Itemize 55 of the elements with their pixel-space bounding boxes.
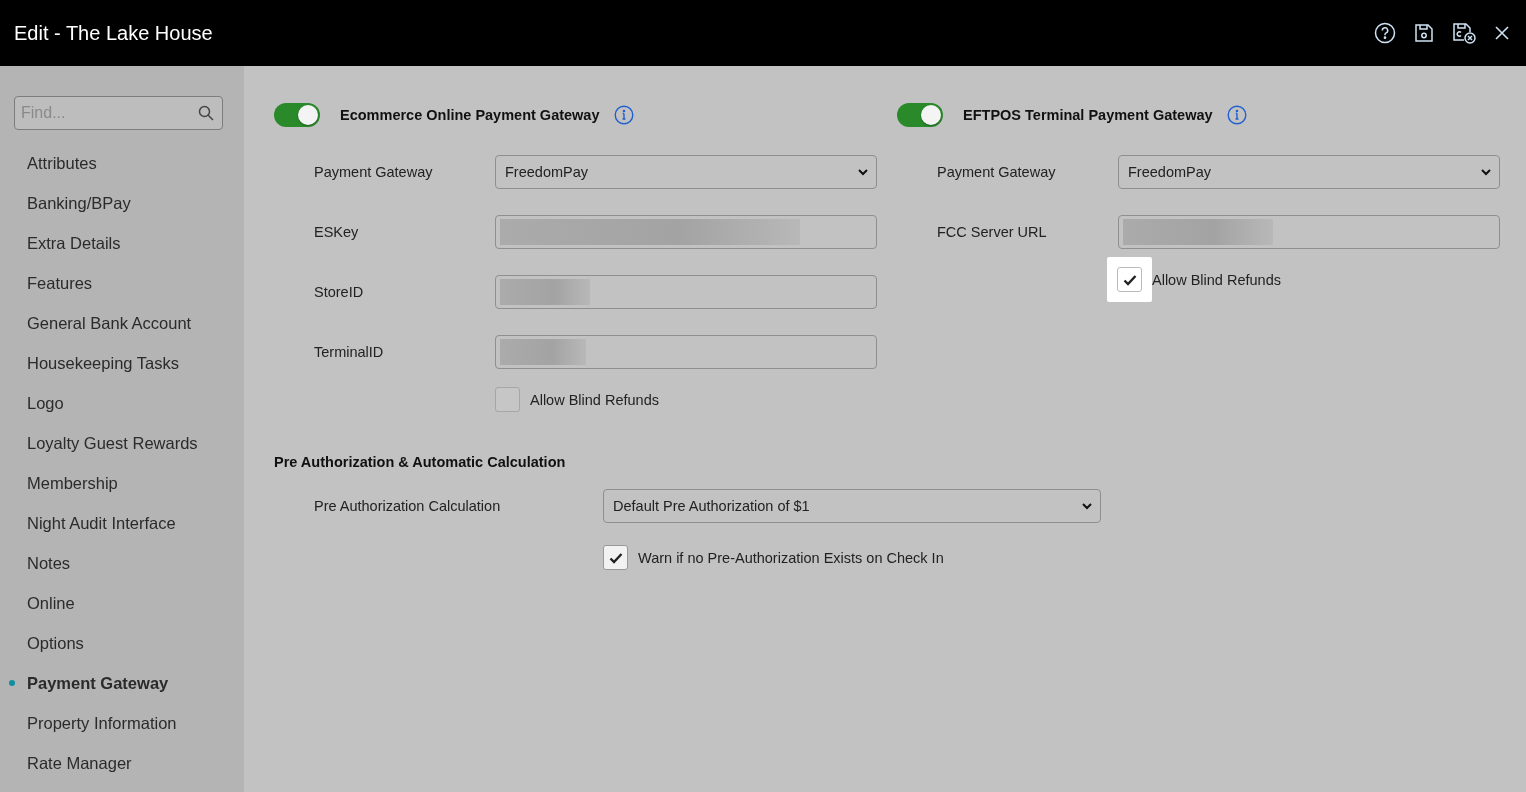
checkbox-label: Allow Blind Refunds — [1152, 271, 1281, 288]
caret-icon — [858, 168, 868, 176]
field-label: Payment Gateway — [937, 164, 1057, 180]
input-field[interactable] — [495, 335, 877, 369]
section-title: Ecommerce Online Payment Gateway — [340, 107, 600, 123]
sidebar-item[interactable]: Features — [0, 263, 223, 303]
dropdown[interactable]: FreedomPay — [1118, 155, 1500, 189]
field-label: Payment Gateway — [314, 164, 434, 180]
sidebar-item[interactable]: Attributes — [0, 143, 223, 183]
search-icon[interactable] — [198, 105, 214, 121]
toggle-switch[interactable] — [897, 103, 943, 127]
sidebar-item[interactable]: Payment Gateway — [0, 663, 223, 703]
caret-icon — [1082, 502, 1092, 510]
sidebar-item[interactable]: Notes — [0, 543, 223, 583]
active-indicator-icon — [9, 680, 15, 686]
checkbox[interactable] — [495, 387, 520, 412]
save-and-close-icon[interactable] — [1452, 22, 1476, 44]
dropdown[interactable]: FreedomPay — [495, 155, 877, 189]
checkbox[interactable] — [1117, 267, 1142, 292]
help-icon[interactable] — [1374, 22, 1396, 44]
sidebar-item[interactable]: Loyalty Guest Rewards — [0, 423, 223, 463]
field-label: ESKey — [314, 224, 360, 240]
sidebar-item[interactable]: General Bank Account — [0, 303, 223, 343]
sidebar-item[interactable]: Property Information — [0, 703, 223, 743]
sidebar-item[interactable]: Logo — [0, 383, 223, 423]
save-icon[interactable] — [1414, 23, 1434, 43]
checkbox-label: Warn if no Pre-Authorization Exists on Check In — [638, 549, 944, 566]
input-field[interactable] — [495, 215, 877, 249]
sidebar-item[interactable]: Rate Manager — [0, 743, 223, 783]
info-icon[interactable] — [613, 105, 634, 125]
close-icon[interactable] — [1494, 25, 1510, 41]
sidebar-item[interactable]: Online — [0, 583, 223, 623]
sidebar-item[interactable]: Banking/BPay — [0, 183, 223, 223]
checkbox[interactable] — [603, 545, 628, 570]
field-label: FCC Server URL — [937, 224, 1048, 240]
input-field[interactable] — [1118, 215, 1500, 249]
toggle-switch[interactable] — [274, 103, 320, 127]
field-label: StoreID — [314, 284, 365, 300]
field-label: Pre Authorization Calculation — [314, 498, 502, 514]
sidebar-item[interactable]: Night Audit Interface — [0, 503, 223, 543]
caret-icon — [1481, 168, 1491, 176]
sidebar-item[interactable]: Housekeeping Tasks — [0, 343, 223, 383]
check-icon — [608, 551, 623, 564]
sidebar-item[interactable]: Options — [0, 623, 223, 663]
input-field[interactable] — [495, 275, 877, 309]
field-label: TerminalID — [314, 344, 385, 360]
dropdown[interactable]: Default Pre Authorization of $1 — [603, 489, 1101, 523]
section-title: EFTPOS Terminal Payment Gateway — [963, 107, 1213, 123]
window-title: Edit - The Lake House — [14, 21, 213, 45]
section-heading: Pre Authorization & Automatic Calculation — [274, 454, 567, 470]
sidebar-item[interactable]: Extra Details — [0, 223, 223, 263]
info-icon[interactable] — [1226, 105, 1247, 125]
check-icon — [1122, 273, 1137, 286]
checkbox-label: Allow Blind Refunds — [530, 391, 659, 408]
sidebar-item[interactable]: Membership — [0, 463, 223, 503]
